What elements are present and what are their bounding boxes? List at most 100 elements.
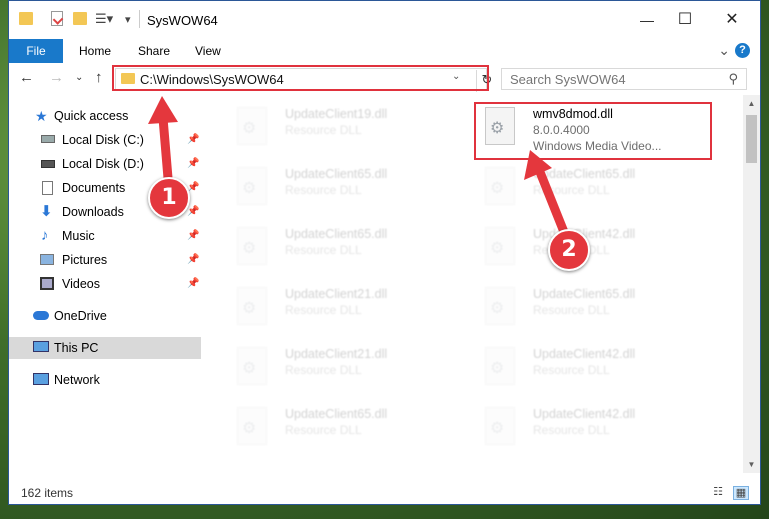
dll-file-icon: ⚙ bbox=[485, 347, 515, 385]
pin-icon[interactable]: 📌 bbox=[187, 249, 199, 271]
file-name: UpdateClient19.dll bbox=[285, 107, 388, 121]
file-item[interactable]: ⚙ UpdateClient65.dll Resource DLL bbox=[477, 281, 717, 333]
quick-access-dropdown-icon[interactable]: ▾ bbox=[125, 13, 131, 31]
file-name: UpdateClient21.dll bbox=[285, 287, 388, 301]
forward-arrow-icon[interactable]: → bbox=[49, 69, 64, 86]
documents-icon bbox=[42, 181, 53, 195]
file-item[interactable]: ⚙ UpdateClient21.dll Resource DLL bbox=[229, 341, 469, 393]
new-folder-icon[interactable] bbox=[73, 12, 87, 25]
sidebar-item-label: Music bbox=[62, 229, 95, 243]
file-type: Resource DLL bbox=[533, 363, 610, 377]
file-name: UpdateClient65.dll bbox=[533, 167, 636, 181]
sidebar-item-onedrive[interactable]: OneDrive bbox=[9, 305, 201, 327]
sidebar-item-label: This PC bbox=[54, 341, 99, 355]
sidebar-item-label: Local Disk (D:) bbox=[62, 157, 144, 171]
address-highlight bbox=[112, 65, 489, 91]
sidebar-item-this-pc[interactable]: This PC bbox=[9, 337, 201, 359]
file-item[interactable]: ⚙ UpdateClient65.dll Resource DLL bbox=[229, 161, 469, 213]
dll-file-icon: ⚙ bbox=[237, 107, 267, 145]
file-type: Resource DLL bbox=[285, 423, 362, 437]
sidebar-item-label: Quick access bbox=[54, 109, 129, 123]
dll-file-icon: ⚙ bbox=[485, 287, 515, 325]
large-icons-view-icon[interactable]: ▦ bbox=[733, 486, 749, 500]
ribbon-tabs: File Home Share View ⌄ ? bbox=[9, 39, 760, 64]
file-type: Resource DLL bbox=[533, 303, 610, 317]
dll-file-icon: ⚙ bbox=[485, 407, 515, 445]
download-icon: ⬇ bbox=[40, 203, 53, 220]
file-name: UpdateClient42.dll bbox=[533, 407, 636, 421]
videos-icon bbox=[40, 277, 54, 290]
sidebar-item-local-disk-d[interactable]: Local Disk (D:) 📌 bbox=[9, 153, 201, 175]
pin-icon[interactable]: 📌 bbox=[187, 153, 199, 175]
scroll-down-icon[interactable]: ▼ bbox=[743, 456, 760, 473]
tab-share[interactable]: Share bbox=[138, 39, 170, 63]
title-divider bbox=[139, 10, 140, 28]
close-button[interactable]: ✕ bbox=[712, 5, 752, 35]
step-badge-2: 2 bbox=[548, 229, 590, 271]
sidebar-item-local-disk-c[interactable]: Local Disk (C:) 📌 bbox=[9, 129, 201, 151]
sidebar-item-music[interactable]: ♪ Music 📌 bbox=[9, 225, 201, 247]
window-title: SysWOW64 bbox=[147, 13, 218, 28]
file-name: UpdateClient65.dll bbox=[533, 287, 636, 301]
folder-icon bbox=[19, 12, 33, 25]
dll-file-icon: ⚙ bbox=[237, 227, 267, 265]
file-type: Resource DLL bbox=[285, 243, 362, 257]
file-name: UpdateClient65.dll bbox=[285, 407, 388, 421]
scroll-thumb[interactable] bbox=[746, 115, 757, 163]
maximize-button[interactable]: ☐ bbox=[665, 5, 705, 35]
sidebar-item-label: Downloads bbox=[62, 205, 124, 219]
dll-file-icon: ⚙ bbox=[237, 167, 267, 205]
up-arrow-icon[interactable]: ↑ bbox=[95, 69, 103, 86]
star-icon: ★ bbox=[35, 108, 48, 124]
file-item[interactable]: ⚙ UpdateClient42.dll Resource DLL bbox=[477, 221, 717, 273]
file-type: Resource DLL bbox=[285, 183, 362, 197]
sidebar-item-pictures[interactable]: Pictures 📌 bbox=[9, 249, 201, 271]
drive-icon bbox=[41, 135, 55, 143]
file-type: Resource DLL bbox=[533, 183, 610, 197]
file-name: UpdateClient65.dll bbox=[285, 227, 388, 241]
sidebar-item-label: OneDrive bbox=[54, 309, 107, 323]
status-bar: 162 items ☷ ▦ bbox=[9, 481, 760, 504]
properties-icon[interactable] bbox=[51, 11, 64, 26]
tab-home[interactable]: Home bbox=[79, 39, 111, 63]
dll-file-icon: ⚙ bbox=[485, 167, 515, 205]
file-item[interactable]: ⚙ UpdateClient65.dll Resource DLL bbox=[477, 161, 717, 213]
search-icon[interactable]: ⚲ bbox=[728, 71, 738, 87]
file-highlight bbox=[474, 102, 712, 160]
recent-locations-icon[interactable]: ⌄ bbox=[75, 72, 83, 83]
computer-icon bbox=[33, 341, 49, 352]
file-item[interactable]: ⚙ UpdateClient65.dll Resource DLL bbox=[229, 401, 469, 453]
item-count: 162 items bbox=[21, 486, 74, 500]
sidebar-item-label: Videos bbox=[62, 277, 100, 291]
vertical-scrollbar[interactable]: ▲ ▼ bbox=[743, 95, 760, 473]
tab-file[interactable]: File bbox=[9, 39, 63, 63]
back-arrow-icon[interactable]: ← bbox=[19, 69, 34, 86]
search-box[interactable]: ⚲ bbox=[501, 68, 747, 90]
pin-icon[interactable]: 📌 bbox=[187, 225, 199, 247]
help-button[interactable]: ? bbox=[735, 43, 750, 58]
cloud-icon bbox=[33, 311, 49, 320]
dll-file-icon: ⚙ bbox=[237, 407, 267, 445]
scroll-up-icon[interactable]: ▲ bbox=[743, 95, 760, 112]
sidebar-item-quick-access[interactable]: ★ Quick access bbox=[9, 105, 201, 127]
file-item[interactable]: ⚙ UpdateClient42.dll Resource DLL bbox=[477, 401, 717, 453]
pin-icon[interactable]: 📌 bbox=[187, 129, 199, 151]
dll-file-icon: ⚙ bbox=[237, 347, 267, 385]
title-bar: ☰▾ ▾ SysWOW64 — ☐ ✕ bbox=[9, 1, 760, 39]
file-item[interactable]: ⚙ UpdateClient65.dll Resource DLL bbox=[229, 221, 469, 273]
pin-icon[interactable]: 📌 bbox=[187, 273, 199, 295]
drive-icon bbox=[41, 160, 55, 168]
sidebar-item-videos[interactable]: Videos 📌 bbox=[9, 273, 201, 295]
chevron-down-icon[interactable]: ⌄ bbox=[718, 42, 730, 59]
customize-toolbar-icon[interactable]: ☰▾ bbox=[95, 11, 113, 29]
details-view-icon[interactable]: ☷ bbox=[711, 486, 725, 498]
file-item[interactable]: ⚙ UpdateClient21.dll Resource DLL bbox=[229, 281, 469, 333]
network-icon bbox=[33, 373, 49, 385]
file-item[interactable]: ⚙ UpdateClient42.dll Resource DLL bbox=[477, 341, 717, 393]
dll-file-icon: ⚙ bbox=[485, 227, 515, 265]
minimize-button[interactable]: — bbox=[627, 5, 667, 35]
file-item[interactable]: ⚙ UpdateClient19.dll Resource DLL bbox=[229, 101, 469, 153]
search-input[interactable] bbox=[510, 72, 710, 87]
sidebar-item-network[interactable]: Network bbox=[9, 369, 201, 391]
tab-view[interactable]: View bbox=[195, 39, 221, 63]
